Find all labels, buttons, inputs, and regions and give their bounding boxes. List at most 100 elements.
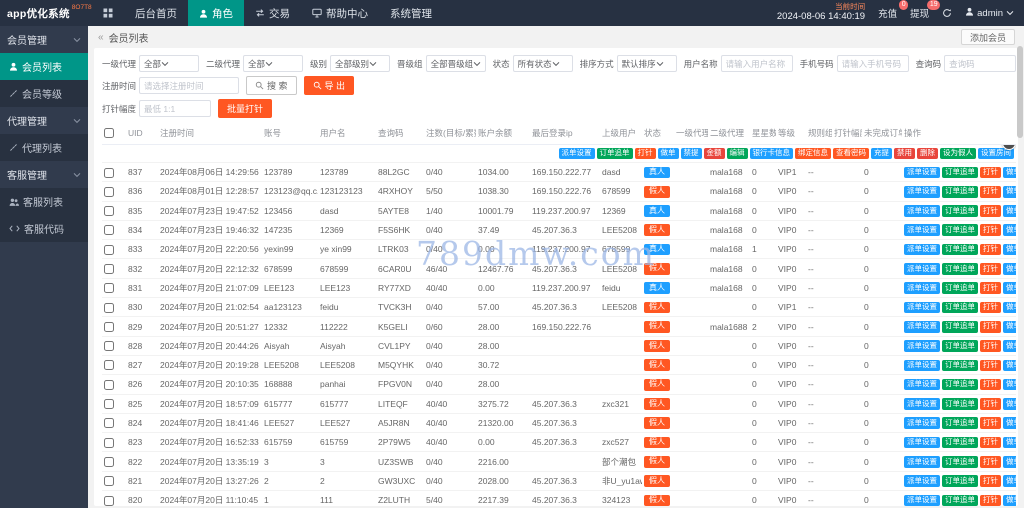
sidebar-group-1[interactable]: 会员管理 — [0, 26, 88, 53]
sidebar-group-3[interactable]: 客服管理 — [0, 161, 88, 188]
row-checkbox[interactable] — [104, 496, 114, 506]
row-checkbox[interactable] — [104, 168, 114, 178]
op-orange-button[interactable]: 打针 — [980, 398, 1001, 410]
row-checkbox[interactable] — [104, 206, 114, 216]
nav-item-2[interactable]: 角色 — [188, 0, 244, 26]
vertical-scrollbar[interactable] — [1017, 26, 1023, 508]
add-member-button[interactable]: 添加会员 — [961, 29, 1015, 45]
filter-input[interactable] — [837, 55, 909, 72]
filter-select[interactable]: 所有状态 — [513, 55, 573, 72]
row-checkbox[interactable] — [104, 283, 114, 293]
withdraw-link[interactable]: 提现 19 — [910, 6, 929, 20]
search-button[interactable]: 搜 索 — [246, 76, 297, 95]
action-orange-button[interactable]: 查看密码 — [833, 148, 869, 160]
op-blue-button[interactable]: 派单设置 — [904, 263, 940, 275]
op-orange-button[interactable]: 打针 — [980, 282, 1001, 294]
op-green-button[interactable]: 订单追单 — [942, 379, 978, 391]
op-green-button[interactable]: 订单追单 — [942, 186, 978, 198]
op-blue-button[interactable]: 派单设置 — [904, 475, 940, 487]
tab-scroll-left-icon[interactable]: « — [98, 32, 104, 43]
sidebar-item[interactable]: 客服代码 — [0, 215, 88, 242]
filter-input[interactable] — [721, 55, 793, 72]
row-checkbox[interactable] — [104, 245, 114, 255]
op-blue-button[interactable]: 派单设置 — [904, 456, 940, 468]
action-red-button[interactable]: 删除 — [917, 148, 938, 160]
nav-item-4[interactable]: 帮助中心 — [301, 0, 379, 26]
sidebar-group-2[interactable]: 代理管理 — [0, 107, 88, 134]
scrollbar-thumb[interactable] — [1017, 46, 1023, 138]
op-blue-button[interactable]: 做单 — [1003, 205, 1016, 217]
op-blue-button[interactable]: 做单 — [1003, 475, 1016, 487]
op-blue-button[interactable]: 派单设置 — [904, 321, 940, 333]
refresh-icon[interactable] — [942, 8, 952, 18]
action-green-button[interactable]: 设为假人 — [940, 148, 976, 160]
row-checkbox[interactable] — [104, 264, 114, 274]
op-blue-button[interactable]: 做单 — [1003, 263, 1016, 275]
op-orange-button[interactable]: 打针 — [980, 437, 1001, 449]
op-green-button[interactable]: 订单追单 — [942, 224, 978, 236]
op-blue-button[interactable]: 做单 — [1003, 398, 1016, 410]
filter-input[interactable] — [944, 55, 1016, 72]
action-orange-button[interactable]: 打针 — [635, 148, 656, 160]
op-blue-button[interactable]: 派单设置 — [904, 379, 940, 391]
op-green-button[interactable]: 订单追单 — [942, 167, 978, 179]
user-menu[interactable]: admin — [965, 7, 1014, 19]
action-green-button[interactable]: 订单追单 — [597, 148, 633, 160]
row-checkbox[interactable] — [104, 303, 114, 313]
sidebar-item[interactable]: 代理列表 — [0, 134, 88, 161]
op-blue-button[interactable]: 派单设置 — [904, 167, 940, 179]
op-green-button[interactable]: 订单追单 — [942, 205, 978, 217]
amplitude-input[interactable] — [139, 100, 211, 117]
row-checkbox[interactable] — [104, 380, 114, 390]
nav-item-1[interactable]: 后台首页 — [124, 0, 188, 26]
row-checkbox[interactable] — [104, 341, 114, 351]
op-green-button[interactable]: 订单追单 — [942, 495, 978, 506]
filter-select[interactable]: 默认排序 — [617, 55, 677, 72]
op-blue-button[interactable]: 派单设置 — [904, 282, 940, 294]
op-blue-button[interactable]: 派单设置 — [904, 417, 940, 429]
action-blue-button[interactable]: 派单设置 — [559, 148, 595, 160]
op-orange-button[interactable]: 打针 — [980, 475, 1001, 487]
op-orange-button[interactable]: 打针 — [980, 456, 1001, 468]
op-orange-button[interactable]: 打针 — [980, 321, 1001, 333]
row-checkbox[interactable] — [104, 457, 114, 467]
op-orange-button[interactable]: 打针 — [980, 263, 1001, 275]
op-blue-button[interactable]: 做单 — [1003, 244, 1016, 256]
action-blue-button[interactable]: 充提 — [871, 148, 892, 160]
row-checkbox[interactable] — [104, 322, 114, 332]
op-blue-button[interactable]: 做单 — [1003, 224, 1016, 236]
op-orange-button[interactable]: 打针 — [980, 302, 1001, 314]
op-blue-button[interactable]: 派单设置 — [904, 186, 940, 198]
op-green-button[interactable]: 订单追单 — [942, 263, 978, 275]
select-all-checkbox[interactable] — [104, 128, 114, 138]
action-green-button[interactable]: 编辑 — [727, 148, 748, 160]
op-green-button[interactable]: 订单追单 — [942, 456, 978, 468]
op-green-button[interactable]: 订单追单 — [942, 244, 978, 256]
filter-select[interactable]: 全部 — [243, 55, 303, 72]
op-green-button[interactable]: 订单追单 — [942, 302, 978, 314]
op-blue-button[interactable]: 做单 — [1003, 321, 1016, 333]
op-blue-button[interactable]: 派单设置 — [904, 340, 940, 352]
op-green-button[interactable]: 订单追单 — [942, 437, 978, 449]
filter-select[interactable]: 全部级别 — [330, 55, 390, 72]
op-blue-button[interactable]: 做单 — [1003, 282, 1016, 294]
action-red-button[interactable]: 金额 — [704, 148, 725, 160]
op-blue-button[interactable]: 做单 — [1003, 495, 1016, 506]
row-checkbox[interactable] — [104, 399, 114, 409]
row-checkbox[interactable] — [104, 438, 114, 448]
op-orange-button[interactable]: 打针 — [980, 186, 1001, 198]
nav-item-3[interactable]: 交易 — [244, 0, 301, 26]
op-orange-button[interactable]: 打针 — [980, 417, 1001, 429]
op-green-button[interactable]: 订单追单 — [942, 282, 978, 294]
op-orange-button[interactable]: 打针 — [980, 224, 1001, 236]
action-blue-button[interactable]: 禁提 — [681, 148, 702, 160]
sidebar-item[interactable]: 会员等级 — [0, 80, 88, 107]
register-time-input[interactable] — [139, 77, 239, 94]
row-checkbox[interactable] — [104, 360, 114, 370]
op-blue-button[interactable]: 派单设置 — [904, 437, 940, 449]
filter-select[interactable]: 全部 — [139, 55, 199, 72]
action-blue-button[interactable]: 银行卡信息 — [750, 148, 794, 160]
op-green-button[interactable]: 订单追单 — [942, 321, 978, 333]
op-orange-button[interactable]: 打针 — [980, 205, 1001, 217]
sidebar-item[interactable]: 客服列表 — [0, 188, 88, 215]
